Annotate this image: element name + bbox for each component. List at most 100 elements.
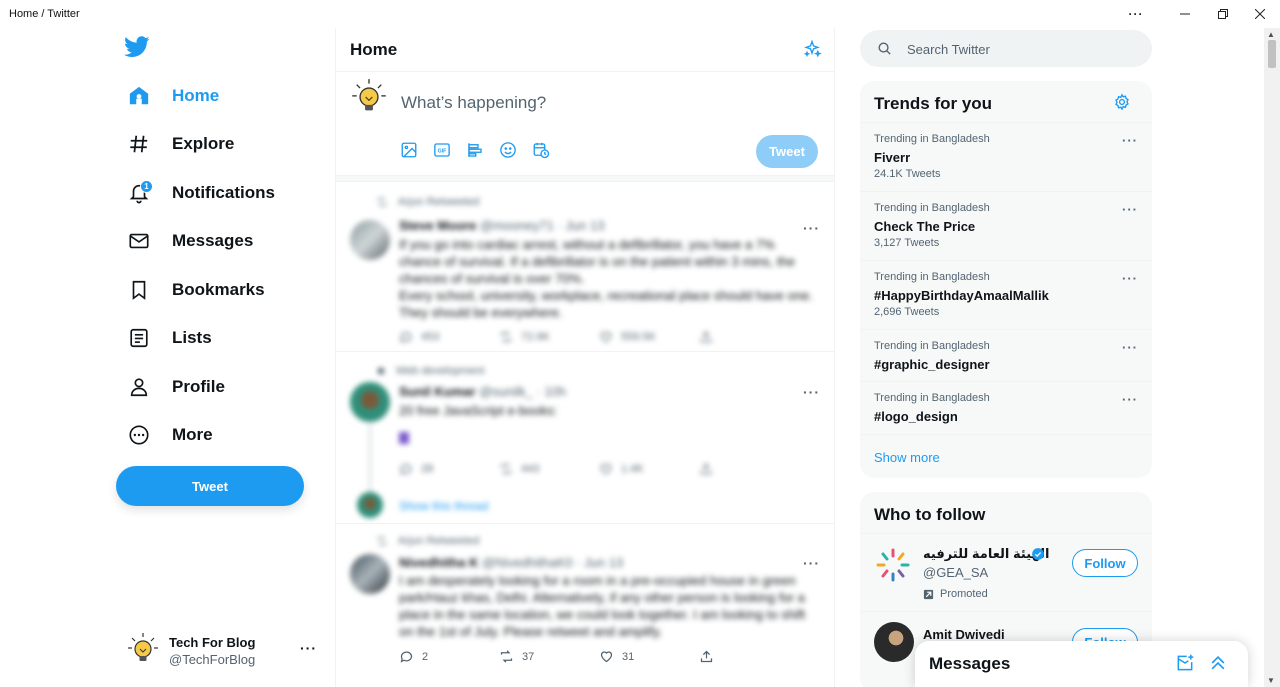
home-icon	[126, 83, 152, 109]
trend-more-icon[interactable]: ···	[1122, 392, 1138, 407]
notification-badge: 1	[140, 180, 153, 193]
tweet-actions: 28 443 1.4K	[399, 462, 799, 476]
poll-icon[interactable]	[464, 139, 486, 161]
retweet-count: 72.9K	[521, 331, 550, 343]
twitter-bird-icon[interactable]	[124, 36, 150, 63]
like-button[interactable]: 31	[599, 649, 699, 664]
trend-more-icon[interactable]: ···	[1122, 202, 1138, 217]
svg-text:GIF: GIF	[438, 148, 448, 154]
trend-more-icon[interactable]: ···	[1122, 133, 1138, 148]
trend-item[interactable]: Trending in Bangladesh #HappyBirthdayAma…	[860, 260, 1152, 329]
scroll-down-arrow-icon[interactable]: ▼	[1267, 676, 1275, 685]
promoted-label: Promoted	[923, 588, 988, 600]
tweet-context: Web development	[376, 365, 484, 377]
trend-more-icon[interactable]: ···	[1122, 340, 1138, 355]
nav-item-messages[interactable]: Messages	[116, 219, 263, 263]
nav-item-lists[interactable]: Lists	[116, 316, 222, 360]
reply-button[interactable]: 28	[399, 462, 499, 476]
like-button[interactable]: 1.4K	[599, 462, 699, 476]
tweet-card[interactable]: Arjun Retweeted Nivedhitha K @Nivedhitha…	[336, 524, 834, 684]
nav-label-messages: Messages	[172, 231, 254, 250]
retweet-count: 443	[521, 463, 540, 475]
nav-item-more[interactable]: More	[116, 413, 223, 457]
lightbulb-avatar-icon	[350, 78, 388, 116]
tweet-author[interactable]: Nivedhitha K @NivedhithaK0 · Jun 13	[399, 555, 623, 570]
nav-item-notifications[interactable]: 1 Notifications	[116, 171, 285, 215]
trend-name: #graphic_designer	[874, 357, 990, 372]
reply-count: 28	[421, 463, 434, 475]
like-button[interactable]: 559.5K	[599, 330, 699, 344]
tweet-more-icon[interactable]: ···	[803, 384, 820, 400]
search-input[interactable]: Search Twitter	[907, 42, 990, 57]
gif-icon[interactable]: GIF	[431, 139, 453, 161]
retweet-button[interactable]: 443	[499, 462, 599, 476]
tweet-button[interactable]: Tweet	[116, 466, 304, 506]
scroll-up-arrow-icon[interactable]: ▲	[1267, 30, 1275, 39]
scrollbar-thumb[interactable]	[1268, 40, 1276, 68]
minimize-icon[interactable]	[1170, 4, 1200, 24]
reply-button[interactable]: 453	[399, 330, 499, 344]
image-icon[interactable]	[398, 139, 420, 161]
trends-title: Trends for you	[874, 94, 993, 113]
avatar[interactable]	[350, 220, 390, 260]
trend-name: Fiverr	[874, 150, 911, 165]
tweet-more-icon[interactable]: ···	[803, 220, 820, 236]
nav-item-bookmarks[interactable]: Bookmarks	[116, 268, 275, 312]
new-message-icon[interactable]	[1175, 653, 1195, 678]
trend-item[interactable]: Trending in Bangladesh Check The Price 3…	[860, 191, 1152, 260]
share-button[interactable]	[699, 649, 799, 664]
share-button[interactable]	[699, 462, 799, 476]
like-count: 31	[622, 650, 635, 663]
show-thread-link[interactable]: Show this thread	[399, 499, 488, 513]
show-more-link[interactable]: Show more	[874, 450, 940, 465]
tweet-author[interactable]: Steve Moore @mooney71 · Jun 13	[399, 218, 604, 233]
tweet-card[interactable]: Web development Sunil Kumar @sunilk_ · 1…	[336, 352, 834, 524]
account-more-icon[interactable]: ···	[300, 640, 317, 656]
follow-button[interactable]: Follow	[1072, 549, 1138, 577]
search-box[interactable]: Search Twitter	[860, 30, 1152, 67]
messages-drawer[interactable]: Messages	[915, 641, 1248, 687]
gear-icon[interactable]	[1113, 93, 1131, 116]
avatar[interactable]	[357, 492, 383, 518]
avatar[interactable]	[874, 622, 914, 662]
tweet-text-line: If you go into cardiac arrest, without a…	[399, 237, 795, 286]
page-title: Home	[350, 40, 398, 59]
account-switcher[interactable]: Tech For Blog @TechForBlog ···	[126, 632, 326, 668]
trend-meta: Trending in Bangladesh	[874, 392, 990, 404]
account-name: Tech For Blog	[169, 635, 256, 650]
tweet-card[interactable]: Arjun Retweeted Steve Moore @mooney71 · …	[336, 182, 834, 352]
trend-more-icon[interactable]: ···	[1122, 271, 1138, 286]
emoji-icon[interactable]	[497, 139, 519, 161]
trend-item[interactable]: Trending in Bangladesh #logo_design ···	[860, 381, 1152, 434]
tweet-author[interactable]: Sunil Kumar @sunilk_ · 10h	[399, 384, 566, 399]
share-button[interactable]	[699, 330, 799, 344]
schedule-icon[interactable]	[530, 139, 552, 161]
scrollbar[interactable]: ▲ ▼	[1264, 28, 1280, 687]
compose-tweet-button[interactable]: Tweet	[756, 135, 818, 168]
trends-panel: Trends for you Trending in Bangladesh Fi…	[860, 81, 1152, 478]
trend-item[interactable]: Trending in Bangladesh Fiverr 24.1K Twee…	[860, 122, 1152, 191]
window-more-icon[interactable]: ···	[1121, 4, 1151, 24]
tweet-author-name: Sunil Kumar	[399, 384, 476, 399]
nav-item-explore[interactable]: Explore	[116, 122, 244, 166]
trend-meta: Trending in Bangladesh	[874, 133, 990, 145]
sparkle-icon[interactable]	[802, 39, 822, 64]
tweet-more-icon[interactable]: ···	[803, 555, 820, 571]
compose-input[interactable]: What’s happening?	[401, 93, 546, 113]
nav-item-home[interactable]: Home	[116, 74, 229, 118]
retweet-button[interactable]: 37	[499, 649, 599, 664]
chevron-up-icon[interactable]	[1208, 653, 1228, 678]
restore-icon[interactable]	[1208, 4, 1238, 24]
nav-label-explore: Explore	[172, 134, 235, 153]
avatar[interactable]	[350, 554, 390, 594]
trend-item[interactable]: Trending in Bangladesh #graphic_designer…	[860, 329, 1152, 381]
gea-logo-icon	[874, 546, 912, 589]
follow-suggestion[interactable]: الهيئة العامة للترفيه @GEA_SA Promoted F…	[860, 533, 1152, 611]
retweet-button[interactable]: 72.9K	[499, 330, 599, 344]
close-icon[interactable]	[1245, 4, 1275, 24]
bookmark-icon	[126, 277, 152, 303]
reply-button[interactable]: 2	[399, 649, 499, 664]
avatar[interactable]	[350, 382, 390, 422]
nav-item-profile[interactable]: Profile	[116, 365, 235, 409]
who-to-follow-title: Who to follow	[874, 505, 986, 524]
